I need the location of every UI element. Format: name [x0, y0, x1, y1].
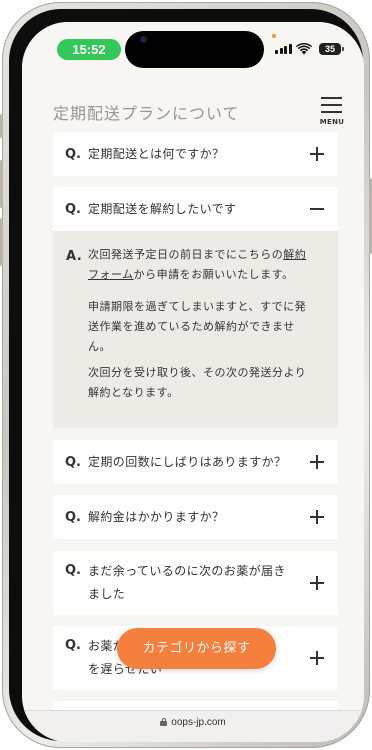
- answer-text: 申請期限を過ぎてしまいますと、すでに発: [88, 300, 307, 313]
- battery-tip: [342, 47, 344, 51]
- faq-question-row[interactable]: Q. まだ余っているのに次のお薬が届き ました: [53, 551, 338, 615]
- url-text: oops-jp.com: [171, 717, 226, 728]
- volume-up-button: [0, 160, 3, 208]
- minus-icon[interactable]: [310, 202, 324, 216]
- plus-icon[interactable]: [310, 147, 324, 161]
- phone-frame: 15:52 35 定期配送プランについて MENU Q. 定期配送とは何ですか？…: [0, 2, 372, 748]
- faq-question-text: まだ余っているのに次のお薬が届き ました: [88, 560, 286, 606]
- faq-question-row[interactable]: Q. 定期配送とは何ですか？: [53, 132, 338, 176]
- answer-text: ん。: [88, 340, 111, 353]
- question-mark-label: Q.: [65, 563, 81, 578]
- screen: 15:52 35 定期配送プランについて MENU Q. 定期配送とは何ですか？…: [22, 22, 364, 742]
- question-mark-label: Q.: [65, 638, 81, 653]
- answer-paragraph-3: 次回分を受け取り後、その次の発送分より 解約となります。: [88, 363, 326, 403]
- browse-categories-button[interactable]: カテゴリから探す: [117, 628, 276, 669]
- faq-question-row[interactable]: Q. 定期の回数にしばりはありますか？: [53, 440, 338, 484]
- faq-question-text: 解約金はかかりますか？: [88, 509, 225, 524]
- url-display[interactable]: oops-jp.com: [22, 717, 364, 728]
- browser-url-bar[interactable]: oops-jp.com: [22, 710, 364, 742]
- faq-question-text: 定期配送を解約したいです: [88, 201, 237, 216]
- faq-answer-panel: A. 次回発送予定日の前日までにこちらの解約 フォームから申請をお願いいたします…: [53, 231, 338, 428]
- cancel-form-link[interactable]: フォーム: [88, 268, 134, 281]
- answer-mark-label: A.: [66, 249, 83, 264]
- cancel-form-link[interactable]: 解約: [283, 248, 306, 261]
- volume-down-button: [0, 218, 3, 266]
- answer-text: から申請をお願いいたします。: [133, 268, 294, 281]
- answer-text: 次回発送予定日の前日までにこちらの: [88, 248, 284, 261]
- plus-icon[interactable]: [310, 576, 324, 590]
- faq-question-text: 定期の回数にしばりはありますか？: [88, 454, 287, 469]
- faq-question-line: ました: [88, 587, 126, 601]
- lock-icon: [160, 718, 168, 726]
- mute-switch: [0, 114, 3, 138]
- question-mark-label: Q.: [65, 201, 81, 217]
- question-mark-label: Q.: [65, 146, 81, 162]
- faq-question-row[interactable]: Q. 解約金はかかりますか？: [53, 495, 338, 539]
- answer-paragraph-1: 次回発送予定日の前日までにこちらの解約 フォームから申請をお願いいたします。: [88, 245, 326, 285]
- answer-text: 次回分を受け取り後、その次の発送分より: [88, 366, 307, 379]
- answer-text: 送作業を進めているため解約ができませ: [88, 320, 295, 333]
- answer-paragraph-2: 申請期限を過ぎてしまいますと、すでに発 送作業を進めているため解約ができませ ん…: [88, 297, 326, 357]
- faq-question-row-expanded[interactable]: Q. 定期配送を解約したいです: [53, 187, 338, 231]
- plus-icon[interactable]: [310, 455, 324, 469]
- faq-question-text: 定期配送とは何ですか？: [88, 146, 225, 161]
- faq-question-line: まだ余っているのに次のお薬が届き: [88, 564, 286, 578]
- question-mark-label: Q.: [65, 509, 81, 525]
- question-mark-label: Q.: [65, 454, 81, 470]
- plus-icon[interactable]: [310, 510, 324, 524]
- answer-text: 解約となります。: [88, 386, 179, 399]
- plus-icon[interactable]: [310, 651, 324, 665]
- bezel: 15:52 35 定期配送プランについて MENU Q. 定期配送とは何ですか？…: [9, 9, 364, 742]
